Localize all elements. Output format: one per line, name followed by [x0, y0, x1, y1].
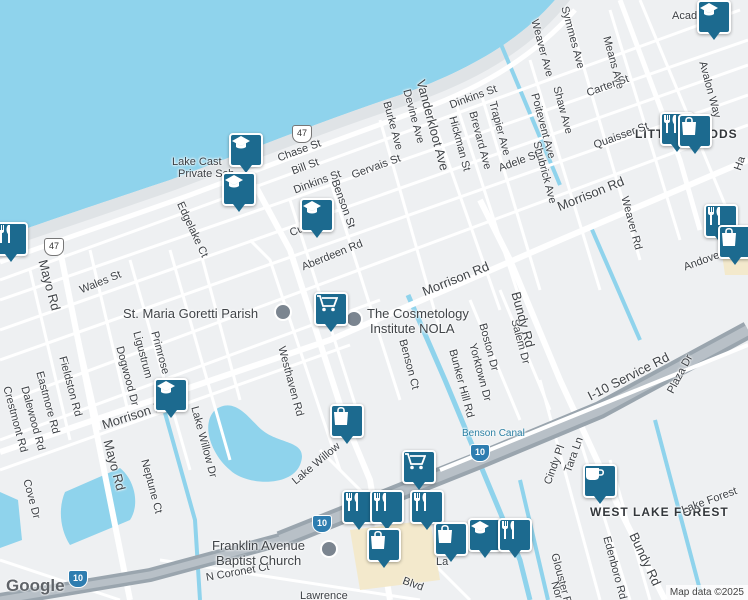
route-shield: 47	[292, 125, 312, 143]
restaurant-icon[interactable]	[370, 490, 404, 530]
cafe-icon[interactable]	[583, 464, 617, 504]
place-label: Baptist Church	[216, 553, 302, 568]
school-icon[interactable]	[697, 0, 731, 40]
shopping-bag-icon[interactable]	[330, 404, 364, 444]
restaurant-icon[interactable]	[0, 222, 28, 262]
map-canvas[interactable]: Benson Canal LITTLE WOODS WEST LAKE FORE…	[0, 0, 748, 600]
place-label: Institute NOLA	[370, 321, 455, 336]
pond	[208, 405, 302, 482]
shopping-bag-icon[interactable]	[367, 528, 401, 568]
street-label: Acad	[672, 10, 698, 22]
route-shield: 47	[44, 238, 64, 256]
street-label: Lawrence	[300, 590, 348, 600]
interstate-shield: 10	[312, 515, 332, 533]
interstate-shield: 10	[470, 444, 490, 462]
school-icon[interactable]	[468, 518, 502, 558]
canal-label: Benson Canal	[462, 428, 525, 439]
school-icon[interactable]	[154, 378, 188, 418]
shopping-bag-icon[interactable]	[678, 114, 712, 154]
shopping-bag-icon[interactable]	[434, 522, 468, 562]
church-icon[interactable]	[274, 303, 292, 321]
place-label: Franklin Avenue	[212, 538, 305, 553]
school-icon[interactable]	[222, 172, 256, 212]
shopping-cart-icon[interactable]	[314, 292, 348, 332]
interstate-shield: 10	[68, 570, 88, 588]
church-icon[interactable]	[320, 540, 338, 558]
place-label: The Cosmetology	[367, 306, 469, 321]
shopping-cart-icon[interactable]	[402, 450, 436, 490]
shopping-bag-icon[interactable]	[718, 225, 748, 265]
school-icon[interactable]	[229, 133, 263, 173]
map-attribution[interactable]: Map data ©2025	[665, 585, 748, 600]
restaurant-icon[interactable]	[410, 490, 444, 530]
school-icon[interactable]	[300, 198, 334, 238]
place-label: St. Maria Goretti Parish	[123, 306, 259, 321]
google-logo: Google	[6, 576, 65, 595]
restaurant-icon[interactable]	[498, 518, 532, 558]
place-label: Lake Cast	[172, 156, 222, 168]
